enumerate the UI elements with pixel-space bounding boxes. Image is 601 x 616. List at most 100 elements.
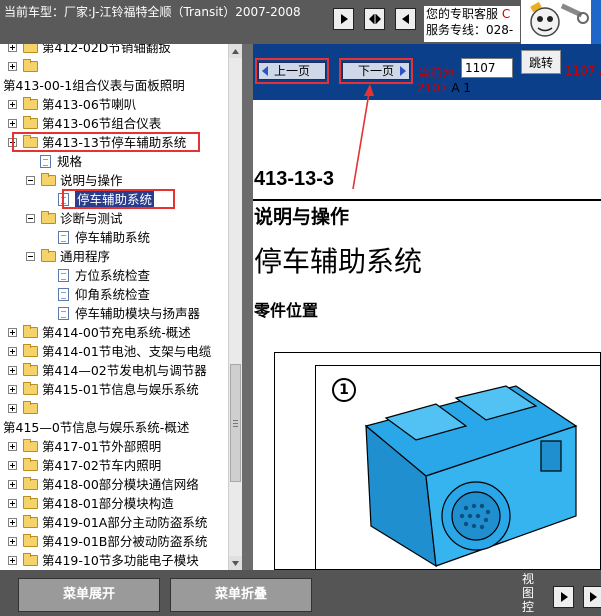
document-icon: [58, 193, 69, 206]
tree-item[interactable]: 第415-01节信息与娱乐系统: [0, 380, 228, 399]
tree-item[interactable]: [0, 57, 228, 76]
folder-icon: [23, 325, 38, 338]
prev-page-button[interactable]: 上一页: [258, 62, 326, 80]
tree-item[interactable]: 第414—02节发电机与调节器: [0, 361, 228, 380]
expand-plus-icon[interactable]: [8, 62, 17, 71]
tree-item-label: 诊断与测试: [60, 211, 123, 226]
tree-item[interactable]: 第413-06节喇叭: [0, 95, 228, 114]
expand-plus-icon[interactable]: [8, 385, 17, 394]
tree-item-label: 第418-00部分模块通信网络: [42, 477, 199, 492]
tree-item[interactable]: 第415—0节信息与娱乐系统-概述: [0, 418, 228, 437]
folder-icon: [23, 458, 38, 471]
collapse-minus-icon[interactable]: [26, 176, 35, 185]
prev-page-label: 上一页: [273, 64, 310, 78]
expand-plus-icon[interactable]: [8, 404, 17, 413]
tree-item-label: 规格: [57, 154, 83, 169]
document-icon: [58, 288, 69, 301]
tree-item[interactable]: 方位系统检查: [0, 266, 228, 285]
tree-item[interactable]: 停车辅助系统: [0, 228, 228, 247]
collapse-minus-icon[interactable]: [8, 138, 17, 147]
doc-title: 停车辅助系统: [254, 245, 423, 278]
triangle-right-icon: [400, 66, 406, 76]
jump-button[interactable]: 跳转: [521, 50, 561, 74]
nav-prev-button[interactable]: [395, 8, 416, 30]
scroll-up-button[interactable]: [229, 44, 242, 58]
expand-plus-icon[interactable]: [8, 480, 17, 489]
collapse-menu-button[interactable]: 菜单折叠: [170, 578, 312, 612]
view-toggle-button[interactable]: [583, 586, 601, 608]
tree-item[interactable]: 规格: [0, 152, 228, 171]
view-next-button[interactable]: [553, 586, 574, 608]
parts-figure: 1: [274, 352, 601, 570]
tree-item[interactable]: 停车辅助系统: [0, 190, 228, 209]
tree-item[interactable]: [0, 399, 228, 418]
top-bar: 当前车型：厂家:J-江铃福特全顺（Transit）2007-2008 您的专职客…: [0, 0, 601, 44]
folder-icon: [23, 477, 38, 490]
tree-item-label: 第419-01B部分被动防盗系统: [42, 534, 208, 549]
expand-plus-icon[interactable]: [8, 442, 17, 451]
nav-expand-button[interactable]: [364, 8, 385, 30]
expand-plus-icon[interactable]: [8, 100, 17, 109]
tree-item[interactable]: 第412-02D节销轴翻扳: [0, 44, 228, 57]
tree-item[interactable]: 第419-01B部分被动防盗系统: [0, 532, 228, 551]
figure-frame: 1: [315, 365, 601, 570]
page-number-input[interactable]: [461, 58, 513, 78]
expand-plus-icon[interactable]: [8, 518, 17, 527]
parts-heading: 零件位置: [254, 301, 319, 320]
tree-item[interactable]: 第418-00部分模块通信网络: [0, 475, 228, 494]
pane-divider[interactable]: [242, 44, 253, 570]
tree-item[interactable]: 第413-06节组合仪表: [0, 114, 228, 133]
scroll-down-button[interactable]: [229, 556, 242, 570]
tree-item[interactable]: 第419-10节多功能电子模块: [0, 551, 228, 570]
tree-item[interactable]: 第418-01部分模块构造: [0, 494, 228, 513]
tree-item-label: 第414-00节充电系统-概述: [42, 325, 191, 340]
expand-plus-icon[interactable]: [8, 119, 17, 128]
expand-plus-icon[interactable]: [8, 347, 17, 356]
expand-plus-icon[interactable]: [8, 556, 17, 565]
folder-icon: [23, 44, 38, 53]
folder-icon: [23, 135, 38, 148]
folder-icon: [23, 515, 38, 528]
document-icon: [58, 231, 69, 244]
tree-item[interactable]: 第414-01节电池、支架与电缆: [0, 342, 228, 361]
tree-scrollbar[interactable]: [228, 44, 242, 570]
expand-plus-icon[interactable]: [8, 328, 17, 337]
arrow-down-icon: [232, 560, 239, 566]
expand-plus-icon[interactable]: [8, 537, 17, 546]
total-pages: 2107: [417, 81, 448, 95]
catalog-tree: 第412-02D节销轴翻扳第413-00-1组合仪表与面板照明 第413-06节喇…: [0, 44, 228, 570]
expand-plus-icon[interactable]: [8, 44, 17, 52]
tree-item[interactable]: 第413-13节停车辅助系统: [0, 133, 228, 152]
collapse-minus-icon[interactable]: [26, 252, 35, 261]
tree-item[interactable]: 第413-00-1组合仪表与面板照明: [0, 76, 228, 95]
next-page-label: 下一页: [357, 64, 394, 78]
expand-menu-button[interactable]: 菜单展开: [18, 578, 160, 612]
collapse-minus-icon[interactable]: [26, 214, 35, 223]
tree-item[interactable]: 说明与操作: [0, 171, 228, 190]
tree-item[interactable]: 诊断与测试: [0, 209, 228, 228]
tree-item-label: 停车辅助系统: [75, 230, 151, 245]
tree-item[interactable]: 停车辅助模块与扬声器: [0, 304, 228, 323]
service-hotline: 服务专线：028-: [426, 23, 514, 37]
tree-item[interactable]: 第417-02节车内照明: [0, 456, 228, 475]
doc-section-heading: 说明与操作: [254, 206, 350, 228]
next-page-button[interactable]: 下一页: [342, 62, 410, 80]
tree-item[interactable]: 第419-01A部分主动防盗系统: [0, 513, 228, 532]
tree-item-label: 第415-01节信息与娱乐系统: [42, 382, 199, 397]
expand-plus-icon[interactable]: [8, 366, 17, 375]
tree-item[interactable]: 第414-00节充电系统-概述: [0, 323, 228, 342]
scroll-thumb[interactable]: [230, 364, 241, 482]
expand-plus-icon[interactable]: [8, 499, 17, 508]
folder-icon: [41, 211, 56, 224]
folder-icon: [23, 59, 38, 72]
tree-item-label: 第414—02节发电机与调节器: [42, 363, 207, 378]
tree-item-label: 第418-01部分模块构造: [42, 496, 174, 511]
expand-plus-icon[interactable]: [8, 461, 17, 470]
tree-item-label: 方位系统检查: [75, 268, 151, 283]
tree-item[interactable]: 通用程序: [0, 247, 228, 266]
nav-next-button[interactable]: [333, 8, 354, 30]
tree-item[interactable]: 仰角系统检查: [0, 285, 228, 304]
tree-item[interactable]: 第417-01节外部照明: [0, 437, 228, 456]
tree-item-label: 第413-13节停车辅助系统: [42, 135, 187, 150]
tree-item-label: 仰角系统检查: [75, 287, 151, 302]
